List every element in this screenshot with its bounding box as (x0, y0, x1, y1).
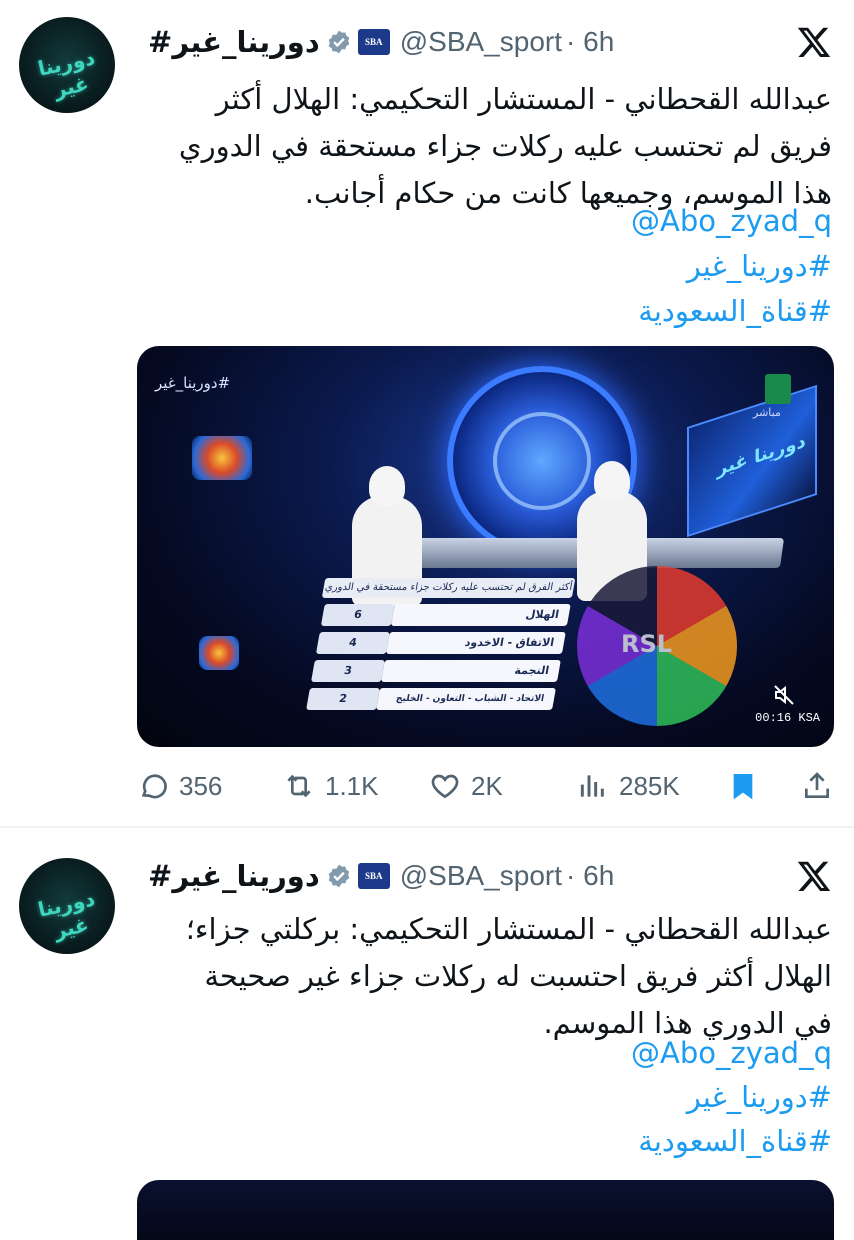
tweet-text-line: عبدالله القحطاني - المستشار التحكيمي: بر… (185, 912, 832, 946)
timestamp[interactable]: · 6h (566, 26, 614, 58)
hashtag-link[interactable]: #دورينا_غير (687, 1074, 832, 1121)
action-bar: 356 1.1K 2K 285K (137, 760, 834, 812)
tweet-header: #دورينا_غير SBA @SBA_sport · 6h (140, 22, 840, 62)
league-logo-icon (199, 636, 239, 670)
timestamp[interactable]: · 6h (566, 860, 614, 892)
tweet-card[interactable]: دورينا غير #دورينا_غير SBA @SBA_sport · … (0, 0, 854, 826)
share-icon (805, 772, 829, 798)
table-row: 2 الاتحاد - الشباب - التعاون - الخليج (302, 688, 556, 710)
hashtag-link[interactable]: #دورينا_غير (687, 243, 832, 290)
table-row: 6 الهلال (317, 604, 571, 626)
video-player[interactable]: #دورينا_غير دورينا غير مباشر أكثر الفرق … (137, 346, 834, 747)
mention-link[interactable]: @Abo_zyad_q (631, 1030, 832, 1077)
bookmark-icon (733, 774, 753, 800)
mute-icon[interactable] (772, 683, 796, 707)
rsl-logo-text: RSL (621, 630, 673, 658)
table-cell-count: 6 (320, 604, 395, 626)
rsl-logo-icon: RSL (577, 566, 737, 726)
video-timecode: 00:16 KSA (755, 711, 820, 725)
x-logo-icon[interactable] (796, 858, 832, 894)
verified-badge-icon (328, 864, 350, 888)
table-row: 4 الاتفاق - الاخدود (312, 632, 566, 654)
table-cell-count: 2 (306, 688, 380, 710)
repost-icon (287, 774, 311, 798)
stats-table: أكثر الفرق لم تحتسب عليه ركلات جزاء مستح… (301, 578, 576, 718)
affiliate-badge[interactable]: SBA (357, 863, 390, 889)
table-cell-count: 3 (311, 660, 385, 682)
heart-icon (431, 774, 459, 799)
table-cell-count: 4 (315, 632, 390, 654)
avatar-logo: دورينا غير (35, 886, 97, 943)
stats-table-title: أكثر الفرق لم تحتسب عليه ركلات جزاء مستح… (321, 578, 576, 613)
table-cell-team: النجمة (381, 660, 561, 682)
x-logo-icon[interactable] (796, 24, 832, 60)
repost-count: 1.1K (325, 770, 379, 801)
tweet-text: عبدالله القحطاني - المستشار التحكيمي: بر… (132, 906, 832, 1047)
repost-button[interactable]: 1.1K (283, 768, 379, 804)
mention-link[interactable]: @Abo_zyad_q (631, 198, 832, 245)
table-cell-team: الهلال (390, 604, 571, 626)
table-cell-team: الاتفاق - الاخدود (385, 632, 566, 654)
verified-badge-icon (328, 30, 350, 54)
tweet-text-line: فريق لم تحتسب عليه ركلات جزاء مستحقة في … (178, 129, 832, 163)
channel-emblem-icon (765, 374, 791, 404)
reply-icon (141, 774, 167, 799)
affiliate-badge[interactable]: SBA (357, 29, 390, 55)
live-label: مباشر (753, 406, 781, 419)
tweet-text: عبدالله القحطاني - المستشار التحكيمي: ال… (132, 76, 832, 217)
video-player[interactable] (137, 1180, 834, 1240)
table-cell-team: الاتحاد - الشباب - التعاون - الخليج (376, 688, 556, 710)
share-button[interactable] (801, 768, 833, 804)
avatar[interactable]: دورينا غير (19, 858, 115, 954)
tweet-header: #دورينا_غير SBA @SBA_sport · 6h (140, 856, 840, 896)
bookmark-button[interactable] (727, 768, 759, 804)
like-count: 2K (471, 770, 503, 801)
tweet-card[interactable]: دورينا غير #دورينا_غير SBA @SBA_sport · … (0, 828, 854, 1240)
studio-screen: دورينا غير (687, 384, 817, 538)
reply-count: 356 (179, 770, 223, 801)
reply-button[interactable]: 356 (137, 768, 222, 804)
studio-screen-text: دورينا غير (717, 430, 806, 481)
tweet-text-line: عبدالله القحطاني - المستشار التحكيمي: ال… (215, 82, 832, 116)
views-button[interactable]: 285K (577, 768, 680, 804)
hashtag-link[interactable]: #قناة_السعودية (638, 288, 832, 335)
views-count: 285K (619, 770, 680, 801)
tweet-text-line: الهلال أكثر فريق احتسبت له ركلات جزاء غي… (204, 959, 832, 993)
hashtag-link[interactable]: #قناة_السعودية (638, 1118, 832, 1165)
avatar-logo: دورينا غير (35, 45, 97, 102)
display-name[interactable]: #دورينا_غير (148, 859, 320, 893)
video-tag: #دورينا_غير (155, 374, 231, 392)
timecode: 00:16 (755, 711, 792, 725)
avatar[interactable]: دورينا غير (19, 17, 115, 113)
like-button[interactable]: 2K (429, 768, 503, 804)
handle[interactable]: @SBA_sport (400, 26, 562, 58)
handle[interactable]: @SBA_sport (400, 860, 562, 892)
views-chart-icon (580, 775, 604, 797)
display-name[interactable]: #دورينا_غير (148, 25, 320, 59)
channel-label: KSA (798, 711, 820, 725)
league-logo-icon (192, 436, 252, 480)
table-row: 3 النجمة (307, 660, 561, 682)
